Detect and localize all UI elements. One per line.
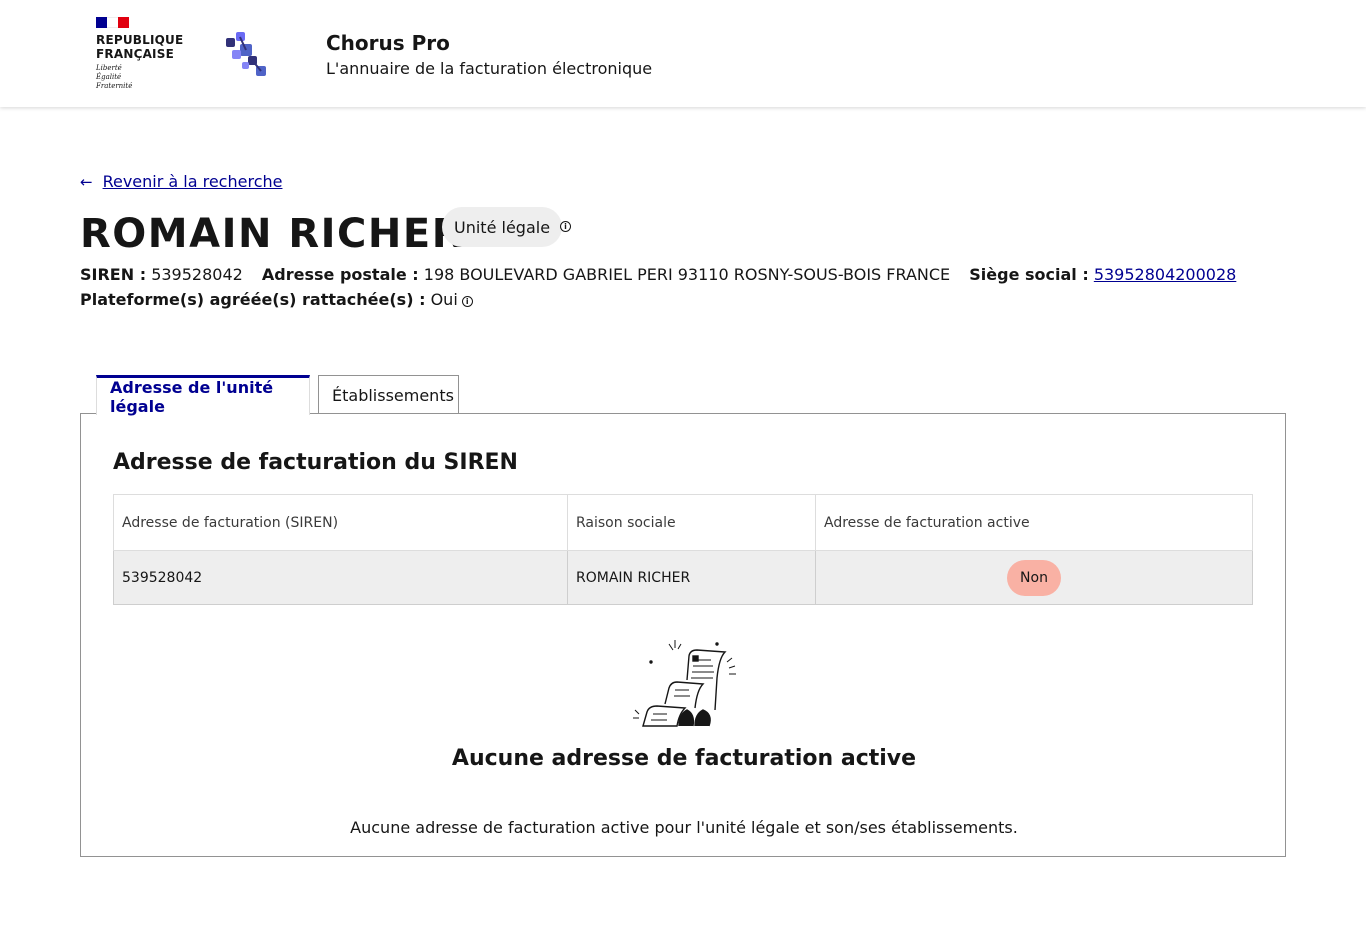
platform-value: Oui bbox=[430, 290, 458, 309]
back-to-search[interactable]: ← Revenir à la recherche bbox=[80, 172, 282, 191]
active-cell: Non bbox=[815, 550, 1253, 605]
tab-etablissements[interactable]: Établissements bbox=[318, 375, 459, 414]
french-flag-icon bbox=[96, 17, 129, 28]
section-title: Adresse de facturation du SIREN bbox=[113, 450, 518, 475]
platform-label: Plateforme(s) agréée(s) rattachée(s) : bbox=[80, 290, 426, 309]
column-header[interactable]: Adresse de facturation (SIREN) bbox=[113, 494, 568, 551]
devise: Liberté Égalité Fraternité bbox=[96, 64, 133, 90]
info-icon[interactable]: i bbox=[461, 296, 473, 307]
empty-state-title: Aucune adresse de facturation active bbox=[451, 746, 917, 771]
tab-adresse-unite-legale[interactable]: Adresse de l'unité légale bbox=[96, 375, 310, 416]
siren-value: 539528042 bbox=[151, 265, 243, 284]
republique-francaise-title: REPUBLIQUE FRANÇAISE bbox=[96, 33, 184, 61]
status-badge: Non bbox=[1007, 559, 1061, 596]
raison-sociale-cell: ROMAIN RICHER bbox=[567, 550, 816, 605]
site-header: REPUBLIQUE FRANÇAISE Liberté Égalité Fra… bbox=[0, 0, 1366, 107]
app-subtitle: L'annuaire de la facturation électroniqu… bbox=[326, 59, 653, 78]
siren-cell: 539528042 bbox=[113, 550, 568, 605]
arrow-left-icon: ← bbox=[80, 172, 93, 191]
republique-francaise-logo[interactable]: REPUBLIQUE FRANÇAISE Liberté Égalité Fra… bbox=[96, 17, 206, 91]
address-label: Adresse postale : bbox=[261, 265, 419, 284]
platform-line: Plateforme(s) agréée(s) rattachée(s) : O… bbox=[80, 289, 473, 311]
empty-state-text: Aucune adresse de facturation active pou… bbox=[350, 818, 1018, 837]
siege-link[interactable]: 53952804200028 bbox=[1094, 265, 1237, 284]
table-row: 539528042 ROMAIN RICHER Non bbox=[113, 550, 1253, 605]
back-to-search-link[interactable]: Revenir à la recherche bbox=[103, 172, 283, 191]
table-header-row: Adresse de facturation (SIREN) Raison so… bbox=[113, 494, 1253, 551]
info-icon[interactable]: i bbox=[560, 221, 571, 232]
siege-label: Siège social : bbox=[969, 265, 1089, 284]
entity-name: ROMAIN RICHER bbox=[80, 211, 464, 257]
column-header[interactable]: Adresse de facturation active bbox=[815, 494, 1253, 551]
app-title[interactable]: Chorus Pro bbox=[326, 31, 450, 55]
siren-label: SIREN : bbox=[80, 265, 147, 284]
address-value: 198 BOULEVARD GABRIEL PERI 93110 ROSNY-S… bbox=[423, 265, 951, 284]
column-header[interactable]: Raison sociale bbox=[567, 494, 816, 551]
chorus-pro-logo-icon[interactable] bbox=[222, 30, 270, 78]
billing-address-table: Adresse de facturation (SIREN) Raison so… bbox=[113, 494, 1253, 605]
tab-panel: Adresse de facturation du SIREN Adresse … bbox=[80, 413, 1286, 857]
entity-meta-line: SIREN : 539528042 Adresse postale : 198 … bbox=[80, 264, 1236, 286]
entity-type-badge: Unité légale bbox=[442, 207, 563, 247]
empty-invoices-illustration bbox=[633, 640, 736, 727]
